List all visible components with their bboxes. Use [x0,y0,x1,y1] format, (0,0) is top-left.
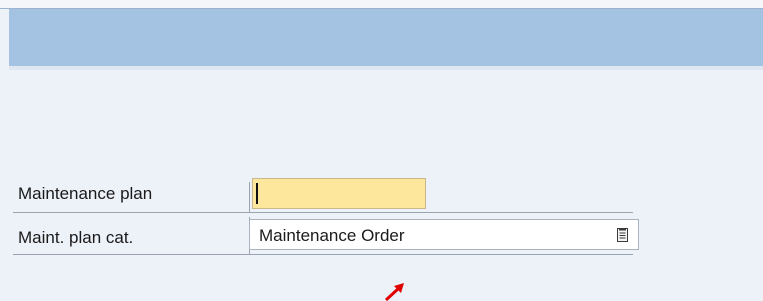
window-top-edge [0,0,763,9]
header-band-divider [9,66,763,70]
maintenance-plan-label: Maintenance plan [18,184,153,203]
red-arrow-pointer-icon [384,283,404,301]
header-band [9,9,763,66]
dropdown-list-icon[interactable] [617,228,628,242]
column-separator [249,182,250,212]
plan-category-value: Maintenance Order [259,226,405,245]
row-divider [13,212,633,213]
text-caret [256,183,258,204]
plan-category-label: Maint. plan cat. [18,228,134,247]
row-divider [13,254,633,255]
maintenance-plan-input[interactable] [252,178,426,209]
plan-category-select[interactable]: Maintenance Order [249,219,639,250]
